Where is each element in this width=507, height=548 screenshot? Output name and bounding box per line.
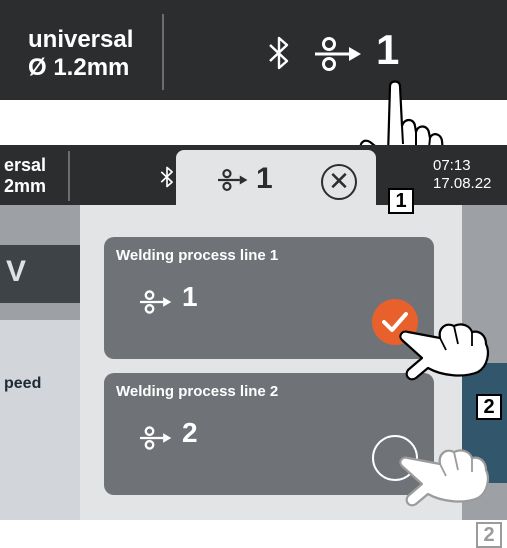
background-unit: V bbox=[6, 255, 27, 288]
callout-label-2: 2 bbox=[476, 394, 502, 420]
wire-feed-icon bbox=[218, 168, 248, 192]
date: 17.08.22 bbox=[433, 175, 492, 192]
background-parameter-panel bbox=[0, 320, 80, 520]
material-info: universal Ø 1.2mm bbox=[28, 26, 133, 82]
callout-label-1: 1 bbox=[388, 188, 414, 214]
wire-diameter: 2mm bbox=[4, 176, 47, 196]
pointing-hand-icon bbox=[399, 449, 489, 507]
wire-feed-icon bbox=[140, 426, 172, 450]
option-title: Welding process line 1 bbox=[116, 247, 279, 264]
option-number: 1 bbox=[182, 281, 198, 312]
clock: 07:13 17.08.22 bbox=[433, 157, 491, 193]
process-line-option-1[interactable]: Welding process line 1 1 bbox=[104, 237, 434, 359]
active-process-tab[interactable]: 1 ✕ bbox=[176, 150, 376, 230]
bluetooth-icon bbox=[160, 166, 173, 188]
divider bbox=[68, 151, 70, 201]
background-parameter-label: peed bbox=[4, 375, 42, 392]
wire-feed-icon bbox=[140, 290, 172, 314]
material-info: ersal 2mm bbox=[4, 155, 46, 197]
process-line-number[interactable]: 1 bbox=[376, 26, 399, 74]
material-name: universal bbox=[28, 26, 134, 53]
close-button[interactable]: ✕ bbox=[321, 164, 357, 200]
wire-feed-icon bbox=[315, 37, 361, 71]
material-name: ersal bbox=[4, 155, 47, 175]
tab-process-number: 1 bbox=[256, 162, 273, 195]
wire-diameter: Ø 1.2mm bbox=[28, 54, 130, 81]
option-number: 2 bbox=[182, 417, 198, 448]
time: 07:13 bbox=[433, 157, 471, 174]
callout-label-2-faded: 2 bbox=[476, 522, 502, 548]
bluetooth-icon bbox=[269, 36, 289, 70]
process-line-option-2[interactable]: Welding process line 2 2 bbox=[104, 373, 434, 495]
option-title: Welding process line 2 bbox=[116, 383, 279, 400]
pointing-hand-icon bbox=[399, 323, 489, 381]
divider bbox=[162, 14, 164, 90]
